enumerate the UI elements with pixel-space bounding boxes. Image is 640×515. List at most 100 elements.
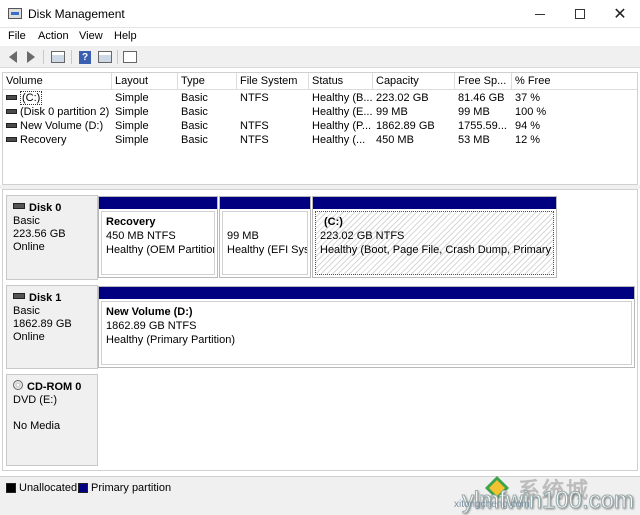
close-button[interactable]: ✕ bbox=[600, 0, 640, 28]
volume-icon bbox=[6, 122, 17, 128]
disk-1-title: Disk 1 bbox=[13, 292, 97, 305]
primary-partition-bar bbox=[99, 197, 217, 209]
partition-c[interactable]: (C:) 223.02 GB NTFS Healthy (Boot, Page … bbox=[312, 196, 557, 278]
partition-body: Recovery 450 MB NTFS Healthy (OEM Partit… bbox=[101, 211, 215, 275]
partition-status: Healthy (EFI System Partition) bbox=[227, 244, 308, 256]
back-arrow-icon bbox=[9, 51, 17, 63]
menu-view[interactable]: View bbox=[79, 30, 103, 42]
partition-name bbox=[227, 215, 307, 229]
properties-button[interactable] bbox=[121, 49, 139, 65]
layout-cell: Simple bbox=[115, 92, 149, 104]
percent-free-cell: 37 % bbox=[515, 92, 541, 104]
column-header-volume[interactable]: Volume bbox=[3, 73, 112, 90]
file-system-cell: NTFS bbox=[240, 120, 269, 132]
maximize-icon bbox=[575, 9, 585, 19]
cd-rom-icon bbox=[13, 380, 23, 391]
menu-file[interactable]: File bbox=[8, 30, 26, 42]
back-button[interactable] bbox=[4, 49, 22, 65]
column-header-capacity[interactable]: Capacity bbox=[373, 73, 455, 90]
capacity-cell: 99 MB bbox=[376, 106, 408, 118]
disk-state: No Media bbox=[13, 420, 61, 432]
disk-management-app-icon bbox=[8, 8, 22, 19]
toolbar-separator bbox=[43, 50, 44, 64]
disk-state: Online bbox=[13, 241, 45, 253]
maximize-button[interactable] bbox=[560, 0, 600, 28]
type-cell: Basic bbox=[181, 106, 208, 118]
disk-name: CD-ROM 0 bbox=[27, 381, 82, 393]
file-system-cell bbox=[237, 105, 309, 119]
column-header-free-space[interactable]: Free Sp... bbox=[455, 73, 512, 90]
volume-name-cell: Recovery bbox=[3, 133, 112, 147]
column-header-type[interactable]: Type bbox=[178, 73, 237, 90]
volume-row[interactable]: (C:) Simple Basic NTFS Healthy (B... 223… bbox=[3, 91, 637, 105]
partition-size: 223.02 GB NTFS bbox=[320, 230, 405, 242]
volume-row[interactable]: New Volume (D:) Simple Basic NTFS Health… bbox=[3, 119, 637, 133]
volume-name: (C:) bbox=[20, 91, 43, 105]
disk-size: 1862.89 GB bbox=[13, 318, 72, 330]
column-header-percent-free[interactable]: % Free bbox=[512, 73, 637, 90]
status-cell: Healthy (... bbox=[312, 134, 366, 146]
disk-0-title: Disk 0 bbox=[13, 202, 97, 215]
partition-efi[interactable]: 99 MB Healthy (EFI System Partition) bbox=[219, 196, 311, 278]
partition-size: 99 MB bbox=[227, 230, 259, 242]
column-header-layout[interactable]: Layout bbox=[112, 73, 178, 90]
window-title: Disk Management bbox=[28, 7, 125, 21]
volume-row[interactable]: (Disk 0 partition 2) Simple Basic Health… bbox=[3, 105, 637, 119]
volume-name: Recovery bbox=[20, 134, 67, 146]
capacity-cell: 223.02 GB bbox=[376, 92, 429, 104]
volume-name-cell: (Disk 0 partition 2) bbox=[3, 105, 112, 119]
disk-size bbox=[13, 407, 97, 420]
type-cell: Basic bbox=[181, 134, 208, 146]
column-header-status[interactable]: Status bbox=[309, 73, 373, 90]
layout-cell: Simple bbox=[115, 134, 149, 146]
volume-row[interactable]: Recovery Simple Basic NTFS Healthy (... … bbox=[3, 133, 637, 147]
volume-icon bbox=[6, 136, 17, 142]
capacity-cell: 1862.89 GB bbox=[376, 120, 435, 132]
forward-button[interactable] bbox=[22, 49, 40, 65]
show-hide-console-tree-button[interactable] bbox=[49, 49, 67, 65]
toolbar-separator bbox=[71, 50, 72, 64]
cdrom-0-title: CD-ROM 0 bbox=[13, 380, 97, 394]
close-icon: ✕ bbox=[613, 6, 627, 23]
list-view-icon bbox=[98, 51, 112, 63]
disk-state: Online bbox=[13, 331, 45, 343]
disk-1-label[interactable]: Disk 1 Basic 1862.89 GB Online bbox=[6, 285, 98, 369]
partition-status: Healthy (Boot, Page File, Crash Dump, Pr… bbox=[320, 244, 553, 256]
help-icon: ? bbox=[79, 50, 91, 64]
cdrom-0-label[interactable]: CD-ROM 0 DVD (E:) No Media bbox=[6, 374, 98, 466]
partition-name: New Volume (D:) bbox=[106, 306, 193, 318]
primary-swatch bbox=[78, 483, 88, 493]
partition-d[interactable]: New Volume (D:) 1862.89 GB NTFS Healthy … bbox=[98, 286, 635, 368]
percent-free-cell: 100 % bbox=[515, 106, 547, 118]
free-space-cell: 1755.59... bbox=[458, 120, 507, 132]
list-view-button[interactable] bbox=[96, 49, 114, 65]
disk-0-label[interactable]: Disk 0 Basic 223.56 GB Online bbox=[6, 195, 98, 280]
disk-kind: Basic bbox=[13, 215, 40, 227]
help-button[interactable]: ? bbox=[76, 49, 94, 65]
legend-primary: Primary partition bbox=[78, 482, 171, 494]
column-header-file-system[interactable]: File System bbox=[237, 73, 309, 90]
volume-list-header: Volume Layout Type File System Status Ca… bbox=[3, 73, 637, 90]
volume-name-cell: New Volume (D:) bbox=[3, 119, 112, 133]
minimize-button[interactable] bbox=[520, 0, 560, 28]
partition-size: 1862.89 GB NTFS bbox=[106, 320, 197, 332]
partition-recovery[interactable]: Recovery 450 MB NTFS Healthy (OEM Partit… bbox=[98, 196, 218, 278]
watermark-sub-text: xitongcheng.com bbox=[454, 499, 530, 510]
partition-name: (C:) bbox=[324, 216, 343, 228]
disk-icon bbox=[13, 293, 25, 300]
watermark: 系统城 ylmfwin100.com xitongcheng.com bbox=[454, 473, 635, 515]
type-cell: Basic bbox=[181, 120, 208, 132]
volume-icon bbox=[6, 108, 17, 114]
volume-name: (Disk 0 partition 2) bbox=[20, 106, 110, 118]
primary-partition-bar bbox=[220, 197, 310, 209]
status-cell: Healthy (P... bbox=[312, 120, 372, 132]
disk-kind: DVD (E:) bbox=[13, 394, 57, 406]
volume-list[interactable]: Volume Layout Type File System Status Ca… bbox=[2, 72, 638, 185]
properties-icon bbox=[123, 51, 137, 63]
primary-partition-bar bbox=[99, 287, 634, 299]
disk-name: Disk 1 bbox=[29, 292, 62, 304]
menu-action[interactable]: Action bbox=[38, 30, 69, 42]
partition-status: Healthy (OEM Partition) bbox=[106, 244, 215, 256]
partition-status: Healthy (Primary Partition) bbox=[106, 334, 235, 346]
menu-help[interactable]: Help bbox=[114, 30, 137, 42]
